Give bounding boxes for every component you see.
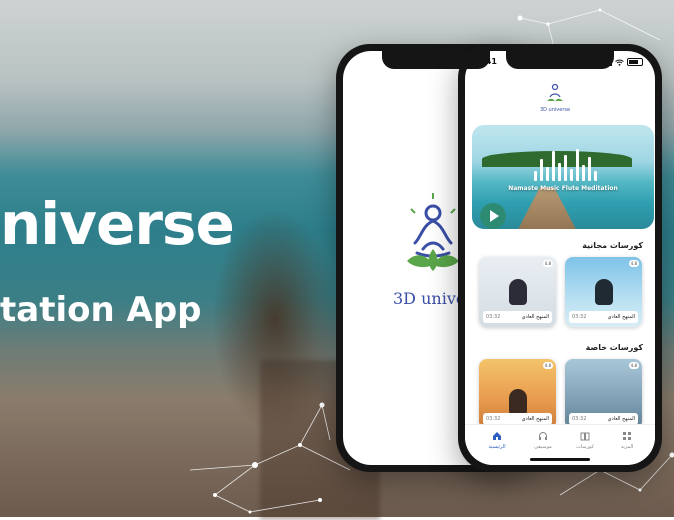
private-courses-title: كورسات خاصة [586,343,643,352]
phone-notch [382,51,490,69]
featured-track-card[interactable]: Namaste Music Flute Meditation [472,125,654,229]
dock-image [512,187,582,229]
free-courses-title: كورسات مجانية [582,241,643,250]
course-name: المنهج العادي [522,416,549,422]
course-name: المنهج العادي [608,314,635,320]
more-icon [622,431,632,441]
rating-badge: 4.8 [629,260,639,267]
equalizer-icon [534,149,597,181]
tab-music[interactable]: موسيقى [521,431,565,450]
battery-icon [627,58,643,66]
tab-home[interactable]: الرئيسية [475,431,519,450]
home-phone-mockup: 9:41 3D universe Namaste Music Flute Med… [458,44,662,472]
tab-label: الرئيسية [488,444,505,450]
course-duration: 03:32 [486,416,500,422]
home-screen: 9:41 3D universe Namaste Music Flute Med… [465,51,655,465]
home-indicator [530,458,590,461]
rating-badge: 4.8 [543,260,553,267]
tab-label: المزيد [621,444,634,450]
course-card[interactable]: 4.8 المنهج العادي 03:32 [479,257,556,327]
play-button[interactable] [480,203,506,229]
course-card[interactable]: 4.8 المنهج العادي 03:32 [565,257,642,327]
bottom-tab-bar: الرئيسية موسيقى كورسات المزيد [465,424,655,465]
tab-courses[interactable]: كورسات [563,431,607,450]
headphones-icon [538,431,548,441]
course-caption: المنهج العادي 03:32 [483,311,552,323]
course-name: المنهج العادي [608,416,635,422]
course-duration: 03:32 [572,416,586,422]
app-logo-text: 3D universe [525,107,585,113]
tab-label: موسيقى [534,444,552,450]
course-card[interactable]: 4.8 المنهج العادي 03:32 [479,359,556,429]
featured-track-title: Namaste Music Flute Meditation [472,185,654,192]
home-icon [492,431,502,441]
course-duration: 03:32 [572,314,586,320]
course-card[interactable]: 4.8 المنهج العادي 03:32 [565,359,642,429]
app-logo-icon [543,81,567,105]
wifi-icon [615,59,624,66]
book-icon [580,431,590,441]
tab-label: كورسات [576,444,594,450]
rating-badge: 4.8 [543,362,553,369]
course-duration: 03:32 [486,314,500,320]
tab-more[interactable]: المزيد [605,431,649,450]
course-caption: المنهج العادي 03:32 [569,311,638,323]
course-name: المنهج العادي [522,314,549,320]
phone-notch [506,51,614,69]
rating-badge: 4.8 [629,362,639,369]
